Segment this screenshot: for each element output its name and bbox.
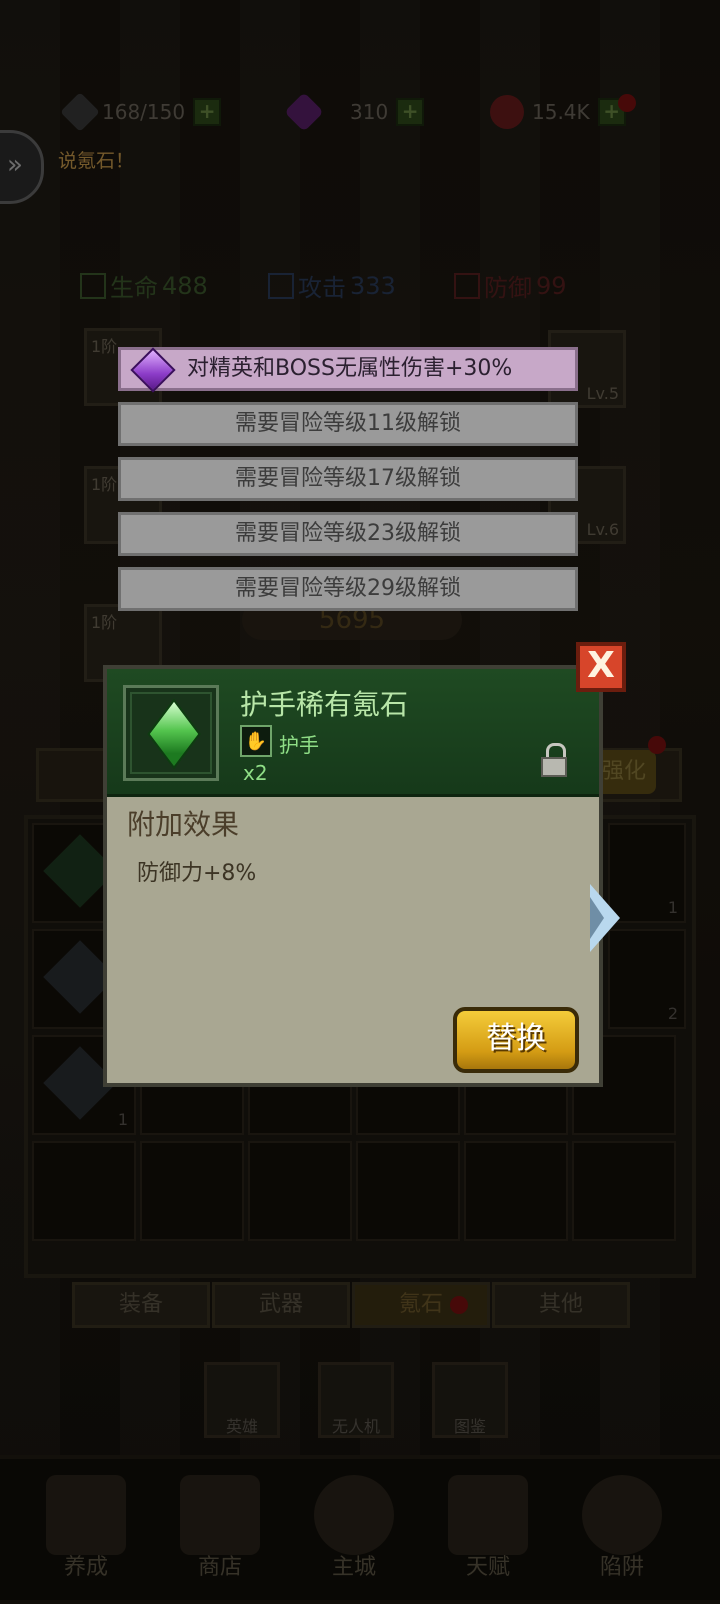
item-icon-frame (123, 685, 219, 781)
purple-gem-icon (130, 347, 176, 393)
option-label: 需要冒险等级29级解锁 (235, 576, 461, 601)
option-slot-1[interactable]: 对精英和BOSS无属性伤害+30% (118, 347, 578, 393)
section-title: 附加效果 (127, 808, 240, 841)
item-quantity: x2 (243, 761, 268, 785)
option-slot-5[interactable]: 需要冒险等级29级解锁 (118, 567, 578, 611)
next-arrow-inner (590, 897, 604, 939)
close-button[interactable]: X (576, 642, 626, 692)
option-slot-2[interactable]: 需要冒险等级11级解锁 (118, 402, 578, 446)
popup-header: 护手稀有氪石 ✋ 护手 x2 (107, 669, 599, 797)
item-name: 护手稀有氪石 (240, 688, 409, 721)
replace-button[interactable]: 替换 (453, 1007, 579, 1073)
item-detail-popup: 护手稀有氪石 ✋ 护手 x2 附加效果 防御力+8% 替换 (103, 665, 603, 1087)
option-label: 对精英和BOSS无属性伤害+30% (187, 356, 513, 381)
unlock-icon[interactable] (541, 743, 567, 777)
effect-text: 防御力+8% (137, 861, 257, 886)
glove-icon: ✋ (240, 725, 272, 757)
option-label: 需要冒险等级17级解锁 (235, 466, 461, 491)
option-label: 需要冒险等级11级解锁 (235, 411, 461, 436)
option-slot-3[interactable]: 需要冒险等级17级解锁 (118, 457, 578, 501)
option-slot-4[interactable]: 需要冒险等级23级解锁 (118, 512, 578, 556)
slot-name: 护手 (279, 733, 319, 757)
lock-body (541, 757, 567, 777)
option-label: 需要冒险等级23级解锁 (235, 521, 461, 546)
